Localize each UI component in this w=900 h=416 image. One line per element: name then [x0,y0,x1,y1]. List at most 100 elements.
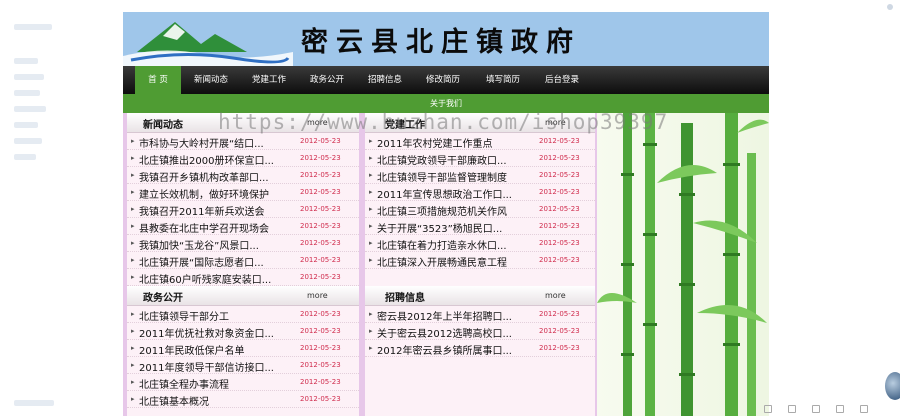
list-item[interactable]: ▸ 市科协与大岭村开展“结口... 2012-05-23 [127,133,359,150]
list-item-title[interactable]: 2011年优抚社救对象资金口... [139,325,274,340]
list-item-date: 2012-05-23 [539,171,580,179]
list-item-date: 2012-05-23 [539,344,580,352]
list-item-title[interactable]: 2011年度领导干部信访接口... [139,359,274,374]
list-item[interactable]: ▸ 北庄镇领导干部分工 2012-05-23 [127,306,359,323]
list-item-date: 2012-05-23 [300,310,341,318]
list-item-title[interactable]: 我镇召开2011年新兵欢送会 [139,203,264,218]
tray-icon-5[interactable] [860,405,868,413]
list-item[interactable]: ▸ 北庄镇全程办事流程 2012-05-23 [127,374,359,391]
bullet-icon: ▸ [131,154,135,162]
list-item[interactable]: ▸ 北庄镇三项措施规范机关作风 2012-05-23 [365,201,595,218]
list-item[interactable]: ▸ 2011年度领导干部信访接口... 2012-05-23 [127,357,359,374]
affairs-more-link[interactable]: more [307,291,328,300]
nav-jobs[interactable]: 招聘信息 [361,66,409,94]
list-item-title[interactable]: 2011年民政低保户名单 [139,342,244,357]
tray-icon-3[interactable] [812,405,820,413]
bamboo-image [597,113,769,416]
list-item[interactable]: ▸ 北庄镇深入开展畅通民意工程 2012-05-23 [365,252,595,269]
news-list: ▸ 市科协与大岭村开展“结口... 2012-05-23 ▸ 北庄镇推出2000册环保… [127,133,359,286]
window-control-icon[interactable] [880,0,900,16]
bullet-icon: ▸ [131,256,135,264]
nav-home[interactable]: 首 页 [135,66,181,94]
nav-fill-resume[interactable]: 填写简历 [479,66,527,94]
list-item[interactable]: ▸ 北庄镇开展“国际志愿者口... 2012-05-23 [127,252,359,269]
list-item[interactable]: ▸ 北庄镇推出2000册环保宣口... 2012-05-23 [127,150,359,167]
list-item-title[interactable]: 县教委在北庄中学召开现场会 [139,220,269,235]
list-item[interactable]: ▸ 2011年民政低保户名单 2012-05-23 [127,340,359,357]
list-item-title[interactable]: 北庄镇领导干部分工 [139,308,229,323]
list-item-title[interactable]: 北庄镇党政领导干部廉政口... [377,152,507,167]
bullet-icon: ▸ [131,273,135,281]
list-item-date: 2012-05-23 [300,256,341,264]
list-item[interactable]: ▸ 关于密云县2012选聘高校口... 2012-05-23 [365,323,595,340]
bullet-icon: ▸ [369,205,373,213]
list-item-title[interactable]: 北庄镇基本概况 [139,393,209,408]
globe-icon[interactable] [885,372,900,400]
list-item[interactable]: ▸ 关于开展“3523”杨旭民口... 2012-05-23 [365,218,595,235]
list-item-date: 2012-05-23 [300,222,341,230]
bullet-icon: ▸ [369,188,373,196]
jobs-more-link[interactable]: more [545,291,566,300]
list-item[interactable]: ▸ 我镇加快“玉龙谷”风景口... 2012-05-23 [127,235,359,252]
list-item[interactable]: ▸ 北庄镇领导干部监督管理制度 2012-05-23 [365,167,595,184]
list-item[interactable]: ▸ 北庄镇60户听残家庭安装口... 2012-05-23 [127,269,359,286]
list-item[interactable]: ▸ 县教委在北庄中学召开现场会 2012-05-23 [127,218,359,235]
list-item[interactable]: ▸ 北庄镇党政领导干部廉政口... 2012-05-23 [365,150,595,167]
tray-icon-4[interactable] [836,405,844,413]
list-item-title[interactable]: 建立长效机制，做好环境保护 [139,186,269,201]
tray-icon-2[interactable] [788,405,796,413]
list-item-title[interactable]: 市科协与大岭村开展“结口... [139,135,264,150]
bullet-icon: ▸ [131,222,135,230]
list-item-title[interactable]: 密云县2012年上半年招聘口... [377,308,512,323]
list-item[interactable]: ▸ 密云县2012年上半年招聘口... 2012-05-23 [365,306,595,323]
list-item-title[interactable]: 2012年密云县乡镇所属事口... [377,342,512,357]
list-item-date: 2012-05-23 [539,310,580,318]
list-item[interactable]: ▸ 2011年农村党建工作重点 2012-05-23 [365,133,595,150]
list-item[interactable]: ▸ 北庄镇在着力打造亲水休口... 2012-05-23 [365,235,595,252]
bullet-icon: ▸ [369,137,373,145]
list-item-title[interactable]: 关于密云县2012选聘高校口... [377,325,512,340]
bullet-icon: ▸ [131,171,135,179]
bullet-icon: ▸ [369,327,373,335]
list-item-title[interactable]: 我镇召开乡镇机构改革部口... [139,169,269,184]
nav-party-work[interactable]: 党建工作 [245,66,293,94]
list-item[interactable]: ▸ 2012年密云县乡镇所属事口... 2012-05-23 [365,340,595,357]
list-item-title[interactable]: 北庄镇深入开展畅通民意工程 [377,254,507,269]
bamboo-icon [597,113,769,416]
list-item-title[interactable]: 北庄镇在着力打造亲水休口... [377,237,507,252]
list-item[interactable]: ▸ 2011年宣传思想政治工作口... 2012-05-23 [365,184,595,201]
list-item-title[interactable]: 2011年宣传思想政治工作口... [377,186,512,201]
list-item-date: 2012-05-23 [300,205,341,213]
party-list: ▸ 2011年农村党建工作重点 2012-05-23 ▸ 北庄镇党政领导干部廉政口..… [365,133,595,286]
nav-news[interactable]: 新闻动态 [187,66,235,94]
nav-edit-resume[interactable]: 修改简历 [419,66,467,94]
bullet-icon: ▸ [369,344,373,352]
list-item[interactable]: ▸ 我镇召开乡镇机构改革部口... 2012-05-23 [127,167,359,184]
list-item-title[interactable]: 北庄镇三项措施规范机关作风 [377,203,507,218]
bullet-icon: ▸ [369,154,373,162]
list-item-title[interactable]: 北庄镇开展“国际志愿者口... [139,254,264,269]
list-item-title[interactable]: 北庄镇推出2000册环保宣口... [139,152,274,167]
bullet-icon: ▸ [369,171,373,179]
list-item-title[interactable]: 2011年农村党建工作重点 [377,135,492,150]
list-item-title[interactable]: 北庄镇60户听残家庭安装口... [139,271,271,286]
list-item-title[interactable]: 我镇加快“玉龙谷”风景口... [139,237,259,252]
list-item[interactable]: ▸ 建立长效机制，做好环境保护 2012-05-23 [127,184,359,201]
tray-icon-1[interactable] [764,405,772,413]
list-item-date: 2012-05-23 [539,222,580,230]
list-item-date: 2012-05-23 [300,154,341,162]
list-item-title[interactable]: 北庄镇全程办事流程 [139,376,229,391]
site-banner: 密云县北庄镇政府 [123,12,769,66]
list-item[interactable]: ▸ 我镇召开2011年新兵欢送会 2012-05-23 [127,201,359,218]
list-item-date: 2012-05-23 [300,361,341,369]
nav-gov-affairs[interactable]: 政务公开 [303,66,351,94]
list-item-title[interactable]: 北庄镇领导干部监督管理制度 [377,169,507,184]
site-title: 密云县北庄镇政府 [301,27,581,58]
list-item[interactable]: ▸ 北庄镇基本概况 2012-05-23 [127,391,359,408]
nav-admin-login[interactable]: 后台登录 [537,66,587,94]
list-item-date: 2012-05-23 [300,344,341,352]
list-item-title[interactable]: 关于开展“3523”杨旭民口... [377,220,502,235]
list-item[interactable]: ▸ 2011年优抚社救对象资金口... 2012-05-23 [127,323,359,340]
left-column: 新闻动态 more ▸ 市科协与大岭村开展“结口... 2012-05-23 ▸ 北庄… [123,113,362,416]
